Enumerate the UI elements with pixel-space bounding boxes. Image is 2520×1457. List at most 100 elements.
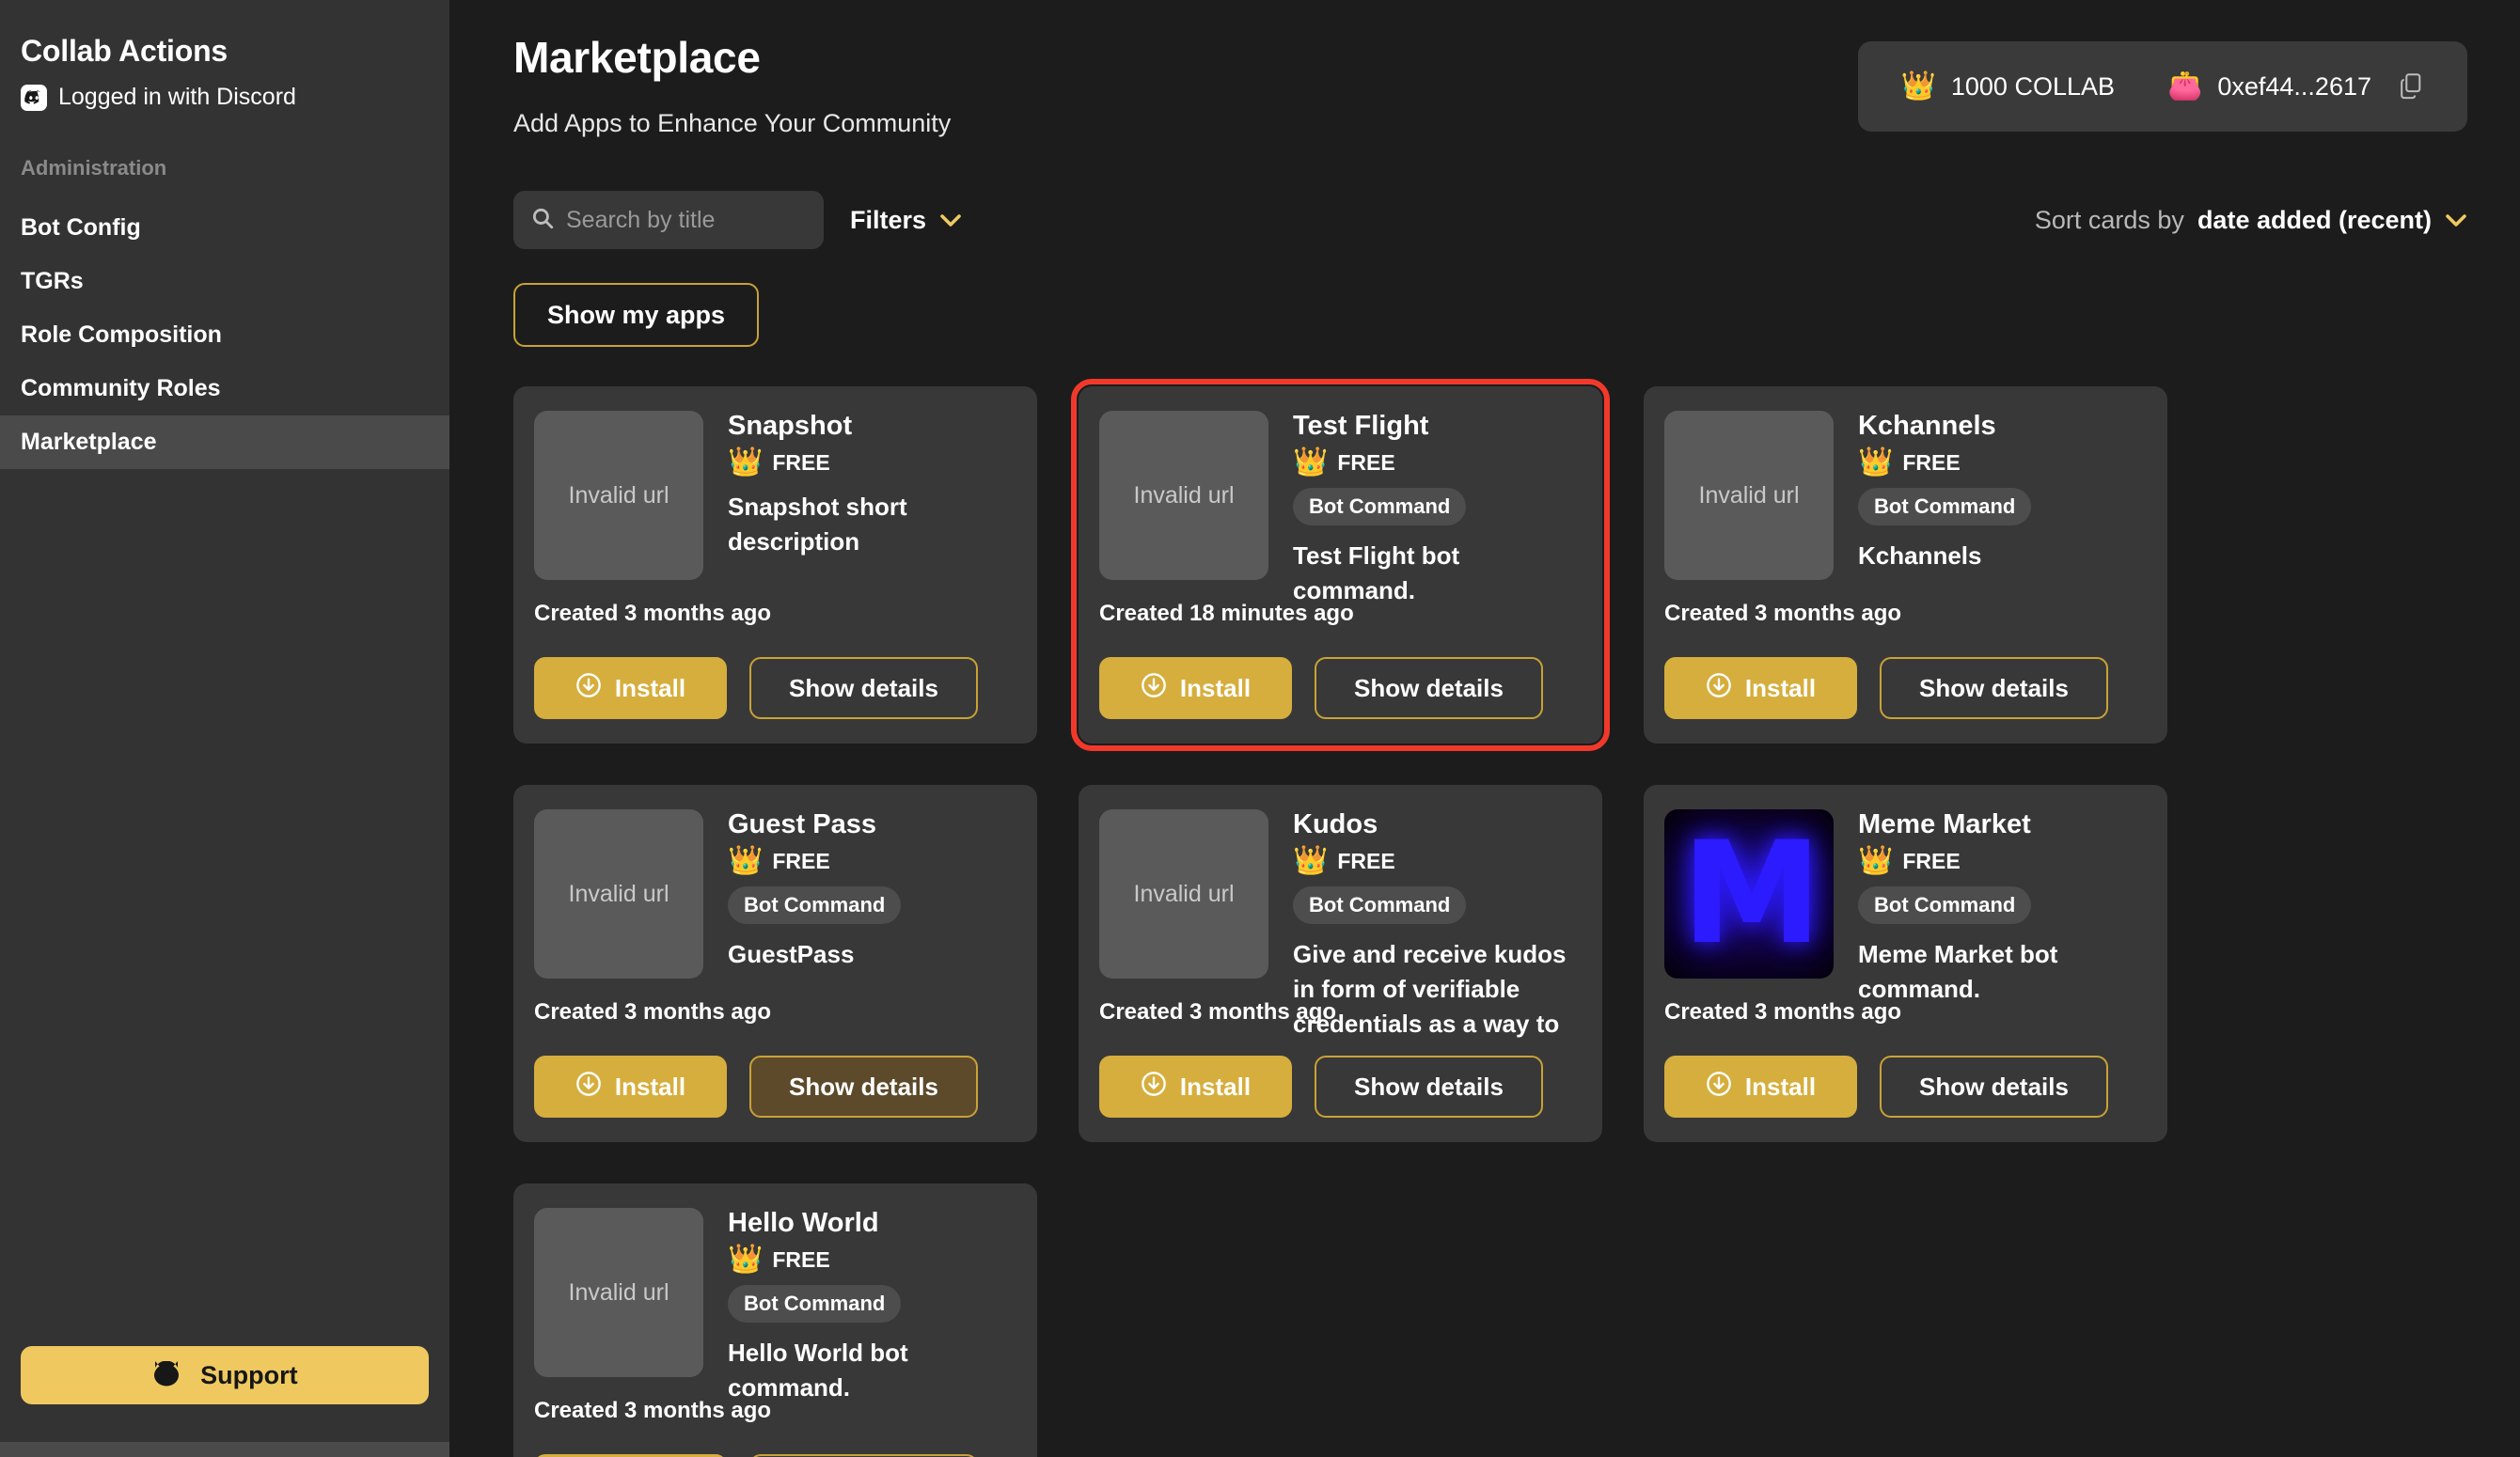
install-button[interactable]: Install <box>534 1056 727 1118</box>
install-button-label: Install <box>615 674 685 703</box>
sidebar-nav: Bot Config TGRs Role Composition Communi… <box>0 201 449 469</box>
app-card[interactable]: Invalid url Created 3 months ago Guest P… <box>513 785 1037 1142</box>
install-button[interactable]: Install <box>534 657 727 719</box>
app-name: Kudos <box>1293 809 1582 840</box>
install-button[interactable]: Install <box>1099 1056 1292 1118</box>
app-card-body: Invalid url Created 3 months ago Kudos 👑… <box>1099 809 1582 1056</box>
crown-icon: 👑 <box>728 847 763 875</box>
main-content: Marketplace Add Apps to Enhance Your Com… <box>449 0 2520 1457</box>
sidebar-item-bot-config[interactable]: Bot Config <box>0 201 449 255</box>
show-details-button[interactable]: Show details <box>1315 1056 1543 1118</box>
app-category-tag: Bot Command <box>1858 488 2031 525</box>
sidebar: Collab Actions Logged in with Discord Ad… <box>0 0 449 1457</box>
wallet-bar: 👑 1000 COLLAB 👛 0xef44...2617 <box>1858 41 2467 132</box>
filters-button[interactable]: Filters <box>850 206 962 235</box>
app-card-left: Invalid url Created 3 months ago <box>1099 809 1268 1056</box>
app-card-body: Invalid url Created 3 months ago Snapsho… <box>534 411 1016 657</box>
install-button[interactable]: Install <box>1099 657 1292 719</box>
show-details-button[interactable]: Show details <box>1315 657 1543 719</box>
app-card-left: Invalid url Created 18 minutes ago <box>1099 411 1268 657</box>
app-card-slot: Invalid url Created 3 months ago Guest P… <box>513 785 1037 1142</box>
install-button-label: Install <box>1180 674 1251 703</box>
show-details-button[interactable]: Show details <box>749 657 978 719</box>
app-name: Guest Pass <box>728 809 1016 840</box>
search-input[interactable] <box>566 207 807 234</box>
controls-row: Filters Sort cards by date added (recent… <box>513 191 2467 249</box>
app-card[interactable]: M Created 3 months ago Meme Market 👑 FRE… <box>1644 785 2167 1142</box>
download-icon <box>575 672 602 705</box>
app-price-label: FREE <box>772 849 829 874</box>
sidebar-item-tgrs[interactable]: TGRs <box>0 255 449 308</box>
page-title: Marketplace <box>513 32 951 83</box>
chevron-down-icon <box>2445 213 2467 227</box>
install-button[interactable]: Install <box>1664 1056 1857 1118</box>
crown-icon: 👑 <box>728 1246 763 1274</box>
app-description: GuestPass <box>728 937 1016 972</box>
app-price: 👑 FREE <box>1858 847 2147 875</box>
sidebar-item-marketplace[interactable]: Marketplace <box>0 415 449 469</box>
app-thumbnail: Invalid url <box>1099 809 1268 979</box>
app-price-label: FREE <box>1902 849 1960 874</box>
download-icon <box>1706 1071 1732 1104</box>
install-button[interactable]: Install <box>1664 657 1857 719</box>
app-card-slot: M Created 3 months ago Meme Market 👑 FRE… <box>1644 785 2167 1142</box>
wallet-address-label: 0xef44...2617 <box>2217 72 2371 102</box>
app-card-left: Invalid url Created 3 months ago <box>534 809 703 1056</box>
app-card-slot: Invalid url Created 3 months ago Kudos 👑… <box>1079 785 1602 1142</box>
app-price: 👑 FREE <box>1858 448 2147 477</box>
sidebar-horizontal-scrollbar[interactable] <box>0 1442 449 1457</box>
app-price-label: FREE <box>1337 450 1394 476</box>
app-card-body: Invalid url Created 3 months ago Guest P… <box>534 809 1016 1056</box>
app-card-actions: Install Show details <box>534 657 1016 719</box>
app-card-body: Invalid url Created 3 months ago Kchanne… <box>1664 411 2147 657</box>
app-card-actions: Install Show details <box>1099 1056 1582 1118</box>
app-card-slot: Invalid url Created 3 months ago Snapsho… <box>513 386 1037 744</box>
main-inner: Marketplace Add Apps to Enhance Your Com… <box>449 0 2520 1457</box>
app-name: Test Flight <box>1293 411 1582 442</box>
support-button[interactable]: Support <box>21 1346 429 1404</box>
app-created-date: Created 3 months ago <box>1664 601 1834 627</box>
app-description: Kchannels <box>1858 539 2147 573</box>
sidebar-item-role-composition[interactable]: Role Composition <box>0 308 449 362</box>
app-card-left: Invalid url Created 3 months ago <box>1664 411 1834 657</box>
app-created-date: Created 3 months ago <box>534 999 703 1026</box>
crown-icon: 👑 <box>1858 847 1893 875</box>
app-card-slot: Invalid url Created 3 months ago Hello W… <box>513 1183 1037 1457</box>
copy-icon[interactable] <box>2400 73 2424 100</box>
app-card-right: Snapshot 👑 FREE Snapshot short descripti… <box>728 411 1016 657</box>
sort-control[interactable]: Sort cards by date added (recent) <box>2035 206 2467 235</box>
page-header-row: Marketplace Add Apps to Enhance Your Com… <box>513 32 2467 138</box>
app-thumbnail: Invalid url <box>534 809 703 979</box>
app-root: Collab Actions Logged in with Discord Ad… <box>0 0 2520 1457</box>
app-thumbnail: Invalid url <box>534 1208 703 1377</box>
wallet-address-chunk[interactable]: 👛 0xef44...2617 <box>2167 72 2424 102</box>
marketplace-card-grid: Invalid url Created 3 months ago Snapsho… <box>513 386 2467 1457</box>
crown-icon: 👑 <box>1858 448 1893 477</box>
show-details-button[interactable]: Show details <box>1880 657 2108 719</box>
app-card[interactable]: Invalid url Created 18 minutes ago Test … <box>1079 386 1602 744</box>
filters-label: Filters <box>850 206 926 235</box>
show-details-button[interactable]: Show details <box>749 1056 978 1118</box>
crown-icon: 👑 <box>1901 72 1936 101</box>
app-card[interactable]: Invalid url Created 3 months ago Kudos 👑… <box>1079 785 1602 1142</box>
app-card-left: Invalid url Created 3 months ago <box>534 1208 703 1454</box>
app-price: 👑 FREE <box>728 1246 1016 1274</box>
install-button-label: Install <box>1745 1073 1816 1102</box>
app-card-actions: Install Show details <box>1099 657 1582 719</box>
app-card[interactable]: Invalid url Created 3 months ago Hello W… <box>513 1183 1037 1457</box>
crown-icon: 👑 <box>1293 448 1328 477</box>
meme-market-logo: M <box>1681 823 1816 964</box>
sidebar-item-community-roles[interactable]: Community Roles <box>0 362 449 415</box>
search-box[interactable] <box>513 191 824 249</box>
app-description: Snapshot short description <box>728 490 1016 559</box>
show-details-button[interactable]: Show details <box>1880 1056 2108 1118</box>
app-name: Kchannels <box>1858 411 2147 442</box>
app-created-date: Created 18 minutes ago <box>1099 601 1268 627</box>
app-card[interactable]: Invalid url Created 3 months ago Snapsho… <box>513 386 1037 744</box>
show-my-apps-row: Show my apps <box>513 283 2467 347</box>
app-card[interactable]: Invalid url Created 3 months ago Kchanne… <box>1644 386 2167 744</box>
show-my-apps-button[interactable]: Show my apps <box>513 283 759 347</box>
app-card-left: Invalid url Created 3 months ago <box>534 411 703 657</box>
app-price: 👑 FREE <box>728 847 1016 875</box>
search-icon <box>530 206 555 235</box>
